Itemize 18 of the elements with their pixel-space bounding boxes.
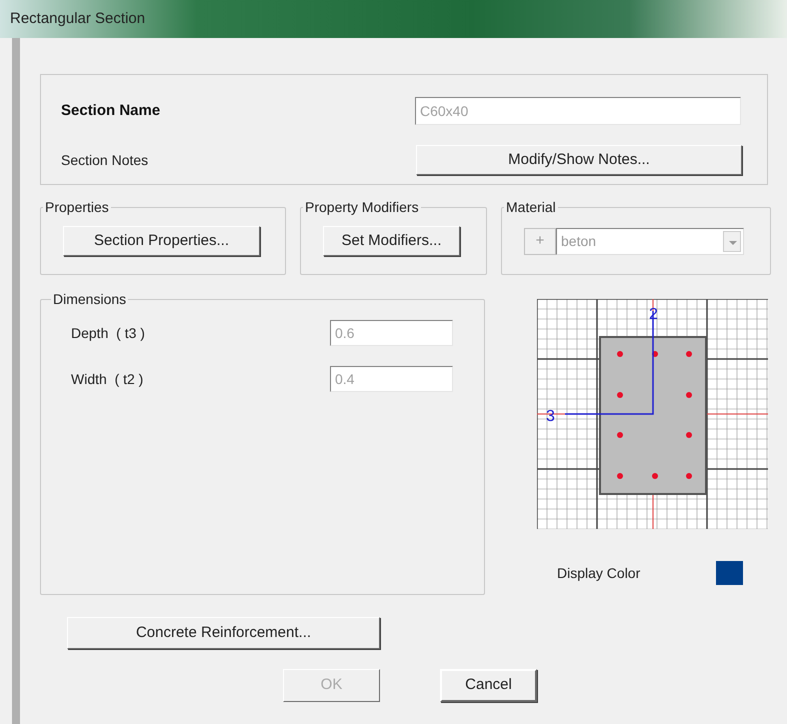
dialog-button[interactable]: Cancel [440,669,537,702]
group-title: Property Modifiers [304,198,420,217]
window-title: Rectangular Section [10,8,146,29]
group-title: Material [505,198,557,217]
section-properties-button[interactable]: Section Properties... [63,226,260,256]
group-title: Dimensions [52,290,128,309]
display-color-label: Display Color [557,564,642,583]
section-notes-label: Section Notes [61,150,148,170]
add-material-button[interactable]: + [524,228,556,255]
modify-notes-button[interactable]: Modify/Show Notes... [416,145,742,175]
dimension-label: Width ( t2 ) [71,370,144,389]
set-modifiers-button[interactable]: Set Modifiers... [323,226,460,256]
concrete-reinforcement-button[interactable]: Concrete Reinforcement... [67,617,380,649]
material-dropdown[interactable]: beton [556,228,744,255]
dimension-label: Depth ( t3 ) [71,324,145,343]
section-name-label: Section Name [61,100,160,121]
color-swatch[interactable] [716,561,743,585]
group-title: Properties [44,198,110,217]
